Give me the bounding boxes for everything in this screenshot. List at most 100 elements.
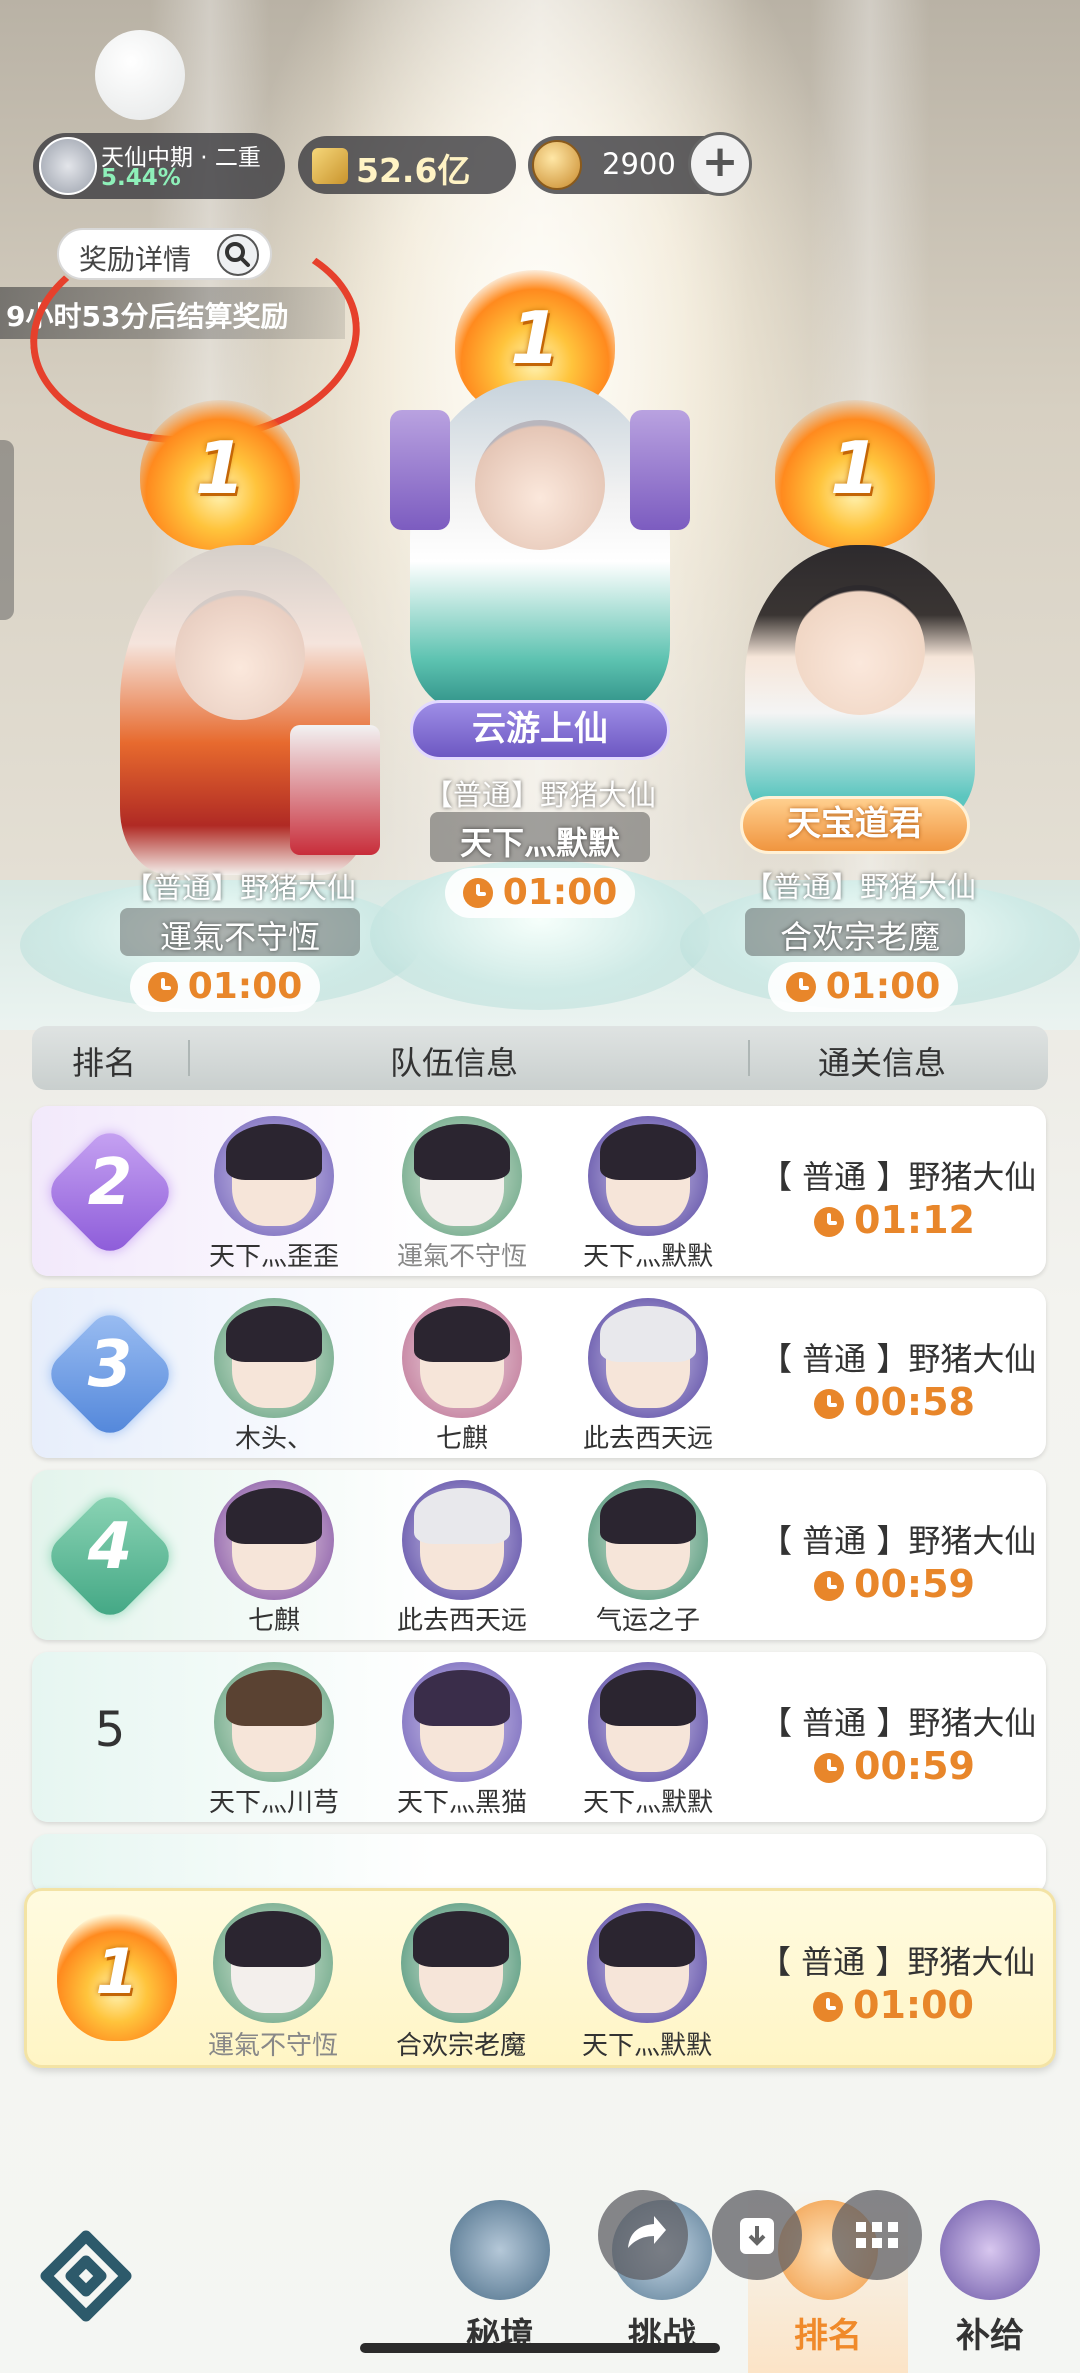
member-name: 气运之子: [595, 1606, 700, 1636]
avatar[interactable]: [214, 1662, 334, 1782]
avatar[interactable]: [588, 1298, 708, 1418]
row-rank: 5: [94, 1702, 126, 1758]
member-name: 七麒: [435, 1424, 488, 1454]
table-row[interactable]: 2 天下灬歪歪 運氣不守恆 天下灬默默 【 普通 】野猪大仙 01:12: [32, 1106, 1046, 1276]
home-indicator[interactable]: [360, 2343, 720, 2353]
member-name: 天下灬黑猫: [396, 1788, 527, 1818]
member-name: 運氣不守恆: [396, 1242, 527, 1272]
power-display: 52.6亿: [298, 136, 516, 194]
member-name: 此去西天远: [396, 1606, 527, 1636]
clear-time: 00:59: [814, 1744, 975, 1788]
clock-icon: [814, 1207, 844, 1237]
podium-mode: 【普通】野猪大仙: [423, 778, 656, 812]
row-rank: 2: [87, 1146, 133, 1220]
clock-icon: [814, 1571, 844, 1601]
rank-flame-icon: 1: [57, 1911, 177, 2041]
realm-status[interactable]: 天仙中期 · 二重 5.44%: [33, 133, 285, 199]
my-team-row[interactable]: 1 運氣不守恆 合欢宗老魔 天下灬默默 【 普通 】野猪大仙 01:00: [24, 1888, 1056, 2068]
avatar[interactable]: [214, 1480, 334, 1600]
member-name: 天下灬川芎: [208, 1788, 339, 1818]
nav-item-supply[interactable]: 补给: [920, 2308, 1060, 2357]
clear-mode: 【 普通 】野猪大仙: [760, 1522, 1037, 1560]
member-name: 運氣不守恆: [207, 2031, 338, 2061]
table-row[interactable]: 3 木头、 七麒 此去西天远 【 普通 】野猪大仙 00:58: [32, 1288, 1046, 1458]
podium-rank: 1: [829, 426, 881, 510]
header-team: 队伍信息: [390, 1044, 519, 1082]
side-handle[interactable]: [0, 440, 14, 620]
nav-item-ranking[interactable]: 排名: [758, 2308, 898, 2357]
row-rank: 3: [87, 1328, 133, 1402]
mystic-realm-icon[interactable]: [450, 2200, 550, 2300]
home-logo-icon[interactable]: [36, 2226, 136, 2326]
sword-power-icon: [312, 148, 348, 184]
podium-team: 天下灬默默: [459, 824, 620, 862]
member-name: 天下灬默默: [581, 2031, 712, 2061]
clear-mode: 【 普通 】野猪大仙: [760, 1340, 1037, 1378]
table-row[interactable]: [32, 1834, 1046, 1894]
avatar[interactable]: [213, 1903, 333, 2023]
moon-orb: [95, 30, 185, 120]
share-button[interactable]: [598, 2190, 688, 2280]
coin-icon: [532, 140, 582, 190]
header-rank: 排名: [72, 1044, 137, 1082]
clock-icon: [814, 1389, 844, 1419]
header-clear: 通关信息: [818, 1044, 947, 1082]
table-row[interactable]: 4 七麒 此去西天远 气运之子 【 普通 】野猪大仙 00:59: [32, 1470, 1046, 1640]
center-character[interactable]: [390, 380, 690, 710]
banner-ornament: [630, 410, 690, 530]
clear-time: 00:59: [814, 1562, 975, 1606]
left-character[interactable]: [120, 545, 380, 875]
grid-menu-icon[interactable]: [832, 2190, 922, 2280]
realm-avatar-icon: [39, 137, 97, 195]
coin-value: 2900: [602, 147, 676, 181]
podium-title-badge: 云游上仙: [410, 700, 670, 760]
banner-ornament: [390, 410, 450, 530]
podium-mode: 【普通】野猪大仙: [123, 871, 356, 905]
character-head: [475, 420, 605, 550]
avatar[interactable]: [588, 1116, 708, 1236]
podium-time-value: 01:00: [825, 966, 941, 1007]
download-button[interactable]: [712, 2190, 802, 2280]
clock-icon: [462, 878, 493, 908]
ranking-table-header: 排名 队伍信息 通关信息: [32, 1026, 1048, 1090]
avatar[interactable]: [587, 1903, 707, 2023]
clock-icon: [785, 972, 816, 1002]
avatar[interactable]: [402, 1480, 522, 1600]
clear-time: 00:58: [814, 1380, 975, 1424]
avatar[interactable]: [214, 1116, 334, 1236]
character-head: [795, 585, 925, 715]
power-value: 52.6亿: [356, 151, 471, 190]
avatar[interactable]: [402, 1662, 522, 1782]
clear-mode: 【 普通 】野猪大仙: [759, 1943, 1036, 1981]
add-coins-button[interactable]: +: [688, 132, 752, 196]
realm-progress: 5.44%: [101, 165, 181, 191]
avatar[interactable]: [402, 1116, 522, 1236]
podium-time: 01:00: [768, 962, 958, 1012]
podium-time: 01:00: [445, 868, 635, 918]
clear-time-value: 00:59: [854, 1744, 975, 1788]
avatar[interactable]: [402, 1298, 522, 1418]
member-name: 天下灬默默: [582, 1242, 713, 1272]
avatar[interactable]: [401, 1903, 521, 2023]
row-rank: 4: [87, 1510, 133, 1584]
supply-icon[interactable]: [940, 2200, 1040, 2300]
table-row[interactable]: 5 天下灬川芎 天下灬黑猫 天下灬默默 【 普通 】野猪大仙 00:59: [32, 1652, 1046, 1822]
clear-time: 01:00: [813, 1983, 974, 2027]
clear-time-value: 01:12: [854, 1198, 975, 1242]
avatar[interactable]: [214, 1298, 334, 1418]
header-divider: [748, 1040, 750, 1076]
clear-mode: 【 普通 】野猪大仙: [760, 1704, 1037, 1742]
right-character[interactable]: [745, 545, 975, 825]
member-name: 合欢宗老魔: [395, 2031, 526, 2061]
rank-flame-icon: 1: [775, 400, 935, 550]
podium-title-badge: 天宝道君: [740, 796, 970, 854]
podium-time-value: 01:00: [187, 966, 303, 1007]
member-name: 木头、: [234, 1424, 313, 1454]
member-name: 天下灬歪歪: [208, 1242, 339, 1272]
avatar[interactable]: [588, 1480, 708, 1600]
clear-time-value: 01:00: [853, 1983, 974, 2027]
clear-mode: 【 普通 】野猪大仙: [760, 1158, 1037, 1196]
clock-icon: [813, 1992, 843, 2022]
avatar[interactable]: [588, 1662, 708, 1782]
clear-time-value: 00:58: [854, 1380, 975, 1424]
